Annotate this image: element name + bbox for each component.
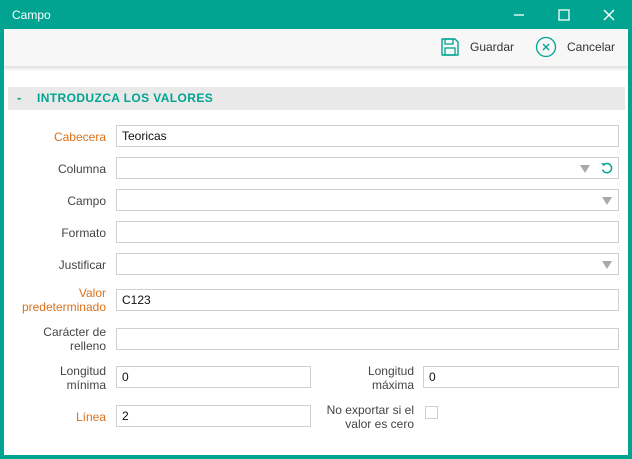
longitud-minima-input[interactable]	[116, 366, 311, 388]
cancel-icon	[535, 36, 557, 58]
refresh-icon[interactable]	[600, 161, 614, 175]
section-title: INTRODUZCA LOS VALORES	[37, 91, 214, 105]
columna-label: Columna	[57, 162, 106, 176]
campo-label: Campo	[67, 194, 106, 208]
label-line: Valor	[78, 286, 106, 300]
close-window-button[interactable]	[586, 0, 632, 29]
no-exportar-label: No exportar si el valor es cero	[327, 403, 414, 431]
valor-predeterminado-input[interactable]	[116, 289, 619, 311]
label-line: Longitud	[59, 364, 106, 378]
maximize-icon	[558, 8, 570, 21]
longitud-maxima-label: Longitud máxima	[368, 364, 414, 392]
formato-input[interactable]	[116, 221, 619, 243]
label-line: máxima	[371, 378, 414, 392]
toolbar: Guardar Cancelar	[4, 29, 628, 67]
justificar-label: Justificar	[58, 258, 106, 272]
label-line: predeterminado	[21, 300, 106, 314]
cancel-label: Cancelar	[567, 40, 616, 54]
caracter-relleno-label: Carácter de relleno	[43, 325, 106, 353]
close-icon	[603, 9, 615, 20]
longitud-maxima-input[interactable]	[423, 366, 619, 388]
cabecera-input[interactable]	[116, 125, 619, 147]
maximize-button[interactable]	[541, 0, 587, 29]
no-exportar-checkbox[interactable]	[425, 406, 438, 419]
cabecera-label: Cabecera	[53, 130, 106, 144]
cancel-button[interactable]: Cancelar	[535, 35, 615, 59]
save-button[interactable]: Guardar	[440, 35, 514, 59]
window-title: Campo	[12, 8, 51, 22]
label-line: No exportar si el	[326, 403, 414, 417]
dialog-window: Campo Guardar Cancelar - INTRODUZCA LOS …	[0, 0, 632, 459]
label-line: Longitud	[367, 364, 414, 378]
linea-input[interactable]	[116, 405, 311, 427]
label-line: relleno	[69, 339, 106, 353]
minimize-icon	[514, 13, 524, 16]
label-line: Carácter de	[43, 325, 106, 339]
minimize-button[interactable]	[496, 0, 542, 29]
collapse-toggle[interactable]: -	[17, 90, 21, 105]
columna-select[interactable]	[116, 157, 619, 179]
campo-select[interactable]	[116, 189, 619, 211]
justificar-select[interactable]	[116, 253, 619, 275]
save-icon	[441, 38, 459, 56]
label-line: mínima	[66, 378, 106, 392]
save-label: Guardar	[470, 40, 515, 54]
chevron-down-icon	[580, 165, 590, 173]
chevron-down-icon	[602, 261, 612, 269]
formato-label: Formato	[61, 226, 106, 240]
longitud-minima-label: Longitud mínima	[60, 364, 106, 392]
linea-label: Línea	[75, 410, 106, 424]
section-header[interactable]: - INTRODUZCA LOS VALORES	[8, 87, 625, 110]
title-bar: Campo	[0, 0, 632, 29]
label-line: valor es cero	[345, 417, 414, 431]
chevron-down-icon	[602, 197, 612, 205]
caracter-relleno-input[interactable]	[116, 328, 619, 350]
valor-predeterminado-label: Valor predeterminado	[22, 286, 106, 314]
dialog-content: Guardar Cancelar - INTRODUZCA LOS VALORE…	[4, 29, 628, 455]
